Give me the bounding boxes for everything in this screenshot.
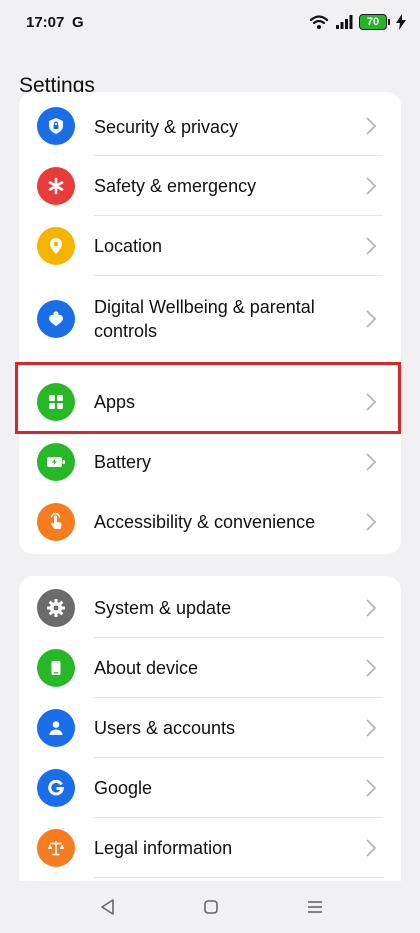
battery-cap <box>388 19 390 25</box>
gear-icon <box>37 589 75 627</box>
navigation-bar <box>0 881 420 933</box>
settings-item-apps[interactable]: Apps <box>19 372 401 432</box>
settings-item-battery[interactable]: Battery <box>19 432 401 492</box>
scales-icon <box>37 829 75 867</box>
settings-item-label: System & update <box>94 598 232 618</box>
settings-item-label: About device <box>94 658 199 678</box>
settings-item-label: Battery <box>94 452 152 472</box>
settings-item-users-accounts[interactable]: Users & accounts <box>19 698 401 758</box>
apps-grid-icon <box>37 383 75 421</box>
battery-level: 70 <box>359 14 387 30</box>
chevron-right-icon <box>366 310 377 328</box>
phone-device-icon <box>37 649 75 687</box>
settings-item-accessibility[interactable]: Accessibility & convenience <box>19 492 401 552</box>
user-icon <box>37 709 75 747</box>
settings-item-label: Accessibility & convenience <box>94 512 316 532</box>
settings-item-about-device[interactable]: About device <box>19 638 401 698</box>
back-icon[interactable] <box>96 895 120 919</box>
chevron-right-icon <box>366 393 377 411</box>
settings-item-legal-information[interactable]: Legal information <box>19 818 401 878</box>
wellbeing-heart-icon <box>37 300 75 338</box>
google-notification-icon: G <box>72 14 84 31</box>
chevron-right-icon <box>366 779 377 797</box>
status-icons: 70 <box>309 14 406 30</box>
battery-indicator: 70 <box>359 14 390 30</box>
status-time: 17:07 <box>26 14 65 31</box>
settings-item-google[interactable]: Google <box>19 758 401 818</box>
settings-item-label: Security & privacy <box>94 117 239 137</box>
chevron-right-icon <box>366 117 377 135</box>
row-divider <box>94 877 383 878</box>
chevron-right-icon <box>366 599 377 617</box>
wifi-icon <box>309 15 329 29</box>
chevron-right-icon <box>366 177 377 195</box>
battery-charging-icon <box>37 443 75 481</box>
settings-item-security-privacy[interactable]: Security & privacy <box>19 96 401 156</box>
chevron-right-icon <box>366 719 377 737</box>
settings-screen: 17:07 G 70 Settings Security & privacy S… <box>0 0 420 933</box>
settings-item-label: Legal information <box>94 838 233 858</box>
chevron-right-icon <box>366 513 377 531</box>
settings-item-label: Google <box>94 778 153 798</box>
settings-item-label: Digital Wellbeing & parental controls <box>94 297 315 341</box>
settings-item-label: Users & accounts <box>94 718 236 738</box>
chevron-right-icon <box>366 839 377 857</box>
chevron-right-icon <box>366 659 377 677</box>
signal-icon <box>336 15 353 29</box>
hand-touch-icon <box>37 503 75 541</box>
charging-bolt-icon <box>396 14 406 30</box>
home-icon[interactable] <box>199 895 223 919</box>
settings-item-digital-wellbeing[interactable]: Digital Wellbeing & parental controls <box>19 276 401 362</box>
settings-item-location[interactable]: Location <box>19 216 401 276</box>
asterisk-icon <box>37 167 75 205</box>
recents-icon[interactable] <box>303 895 327 919</box>
settings-item-label: Location <box>94 236 163 256</box>
chevron-right-icon <box>366 453 377 471</box>
location-pin-icon <box>37 227 75 265</box>
settings-item-label: Apps <box>94 392 136 412</box>
settings-item-label: Safety & emergency <box>94 176 257 196</box>
google-g-icon <box>37 769 75 807</box>
settings-item-system-update[interactable]: System & update <box>19 578 401 638</box>
settings-group-2: System & update About device Users & acc… <box>19 576 401 906</box>
chevron-right-icon <box>366 237 377 255</box>
settings-group-1: Security & privacy Safety & emergency Lo… <box>19 92 401 554</box>
settings-item-safety-emergency[interactable]: Safety & emergency <box>19 156 401 216</box>
shield-lock-icon <box>37 107 75 145</box>
status-bar: 17:07 G 70 <box>0 0 420 48</box>
